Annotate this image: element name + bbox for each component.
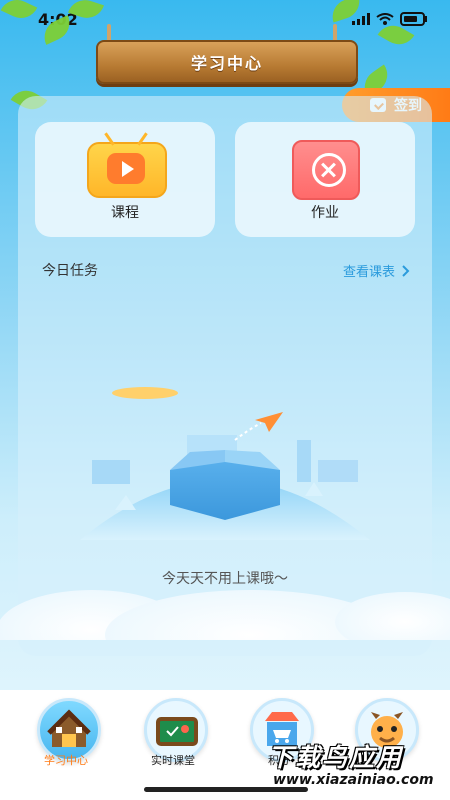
- tab-label: 实时课堂: [151, 754, 195, 767]
- view-schedule-label: 查看课表: [342, 265, 395, 280]
- homework-label: 作业: [311, 205, 339, 221]
- cloud-floating-icon: [112, 387, 178, 399]
- course-card[interactable]: 课程: [35, 122, 215, 237]
- today-tasks-title: 今日任务: [42, 263, 98, 279]
- tree-left: [115, 495, 136, 510]
- tv-play-icon: [87, 132, 167, 198]
- view-schedule-link[interactable]: 查看课表: [343, 261, 410, 280]
- wifi-icon: [376, 13, 394, 25]
- tv-screen: [107, 153, 145, 184]
- chevron-right-icon: [402, 264, 410, 277]
- empty-message: 今天天不用上课哦～: [162, 571, 288, 587]
- city-bg-1: [92, 460, 130, 484]
- play-icon: [122, 161, 134, 177]
- city-bg-4: [318, 460, 358, 482]
- tab-live-classroom[interactable]: 实时课堂: [132, 698, 216, 790]
- course-label: 课程: [111, 205, 139, 221]
- page-title: 学习中心: [190, 54, 263, 73]
- homework-card[interactable]: 作业: [235, 122, 415, 237]
- tab-label: 学习中心: [44, 754, 88, 767]
- homework-book-icon: [292, 140, 360, 200]
- status-icons: [352, 12, 428, 26]
- cloud-bottom-3: [335, 592, 450, 640]
- watermark-text: 下载鸟应用: [268, 743, 404, 772]
- watermark: 下载鸟应用 www.xiazainiao.com: [268, 740, 448, 794]
- empty-illustration: [0, 387, 450, 640]
- close-circle-icon: [312, 153, 346, 187]
- tree-right: [305, 482, 323, 496]
- signal-icon: [352, 13, 370, 25]
- page-title-sign: 学习中心: [96, 40, 358, 84]
- battery-icon: [400, 12, 427, 26]
- antenna-left: [104, 132, 115, 146]
- home-indicator: [144, 787, 308, 792]
- plane-trail: [234, 422, 262, 441]
- watermark-url: www.xiazainiao.com: [273, 772, 434, 788]
- tab-study-center[interactable]: 学习中心: [25, 698, 109, 790]
- city-bg-3: [297, 440, 311, 482]
- paper-plane-icon: [255, 412, 283, 432]
- antenna-right: [137, 132, 148, 146]
